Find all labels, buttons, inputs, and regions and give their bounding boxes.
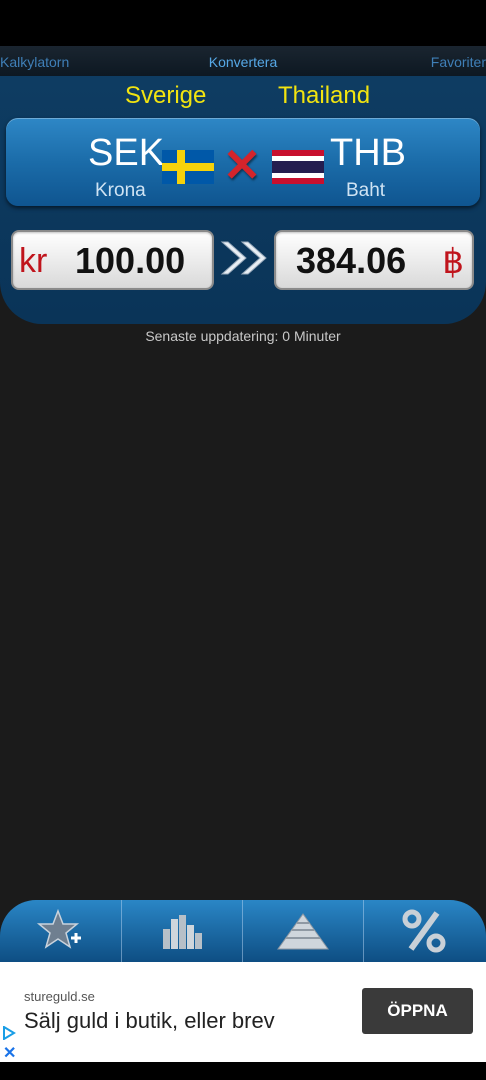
thailand-flag-icon[interactable] [272,150,324,184]
swap-icon[interactable]: ✕ [219,142,265,188]
sweden-flag-icon[interactable] [162,150,214,184]
to-country-label[interactable]: Thailand [278,82,370,110]
bar-chart-icon [162,915,202,949]
percent-button[interactable] [363,900,484,962]
from-currency-name: Krona [95,180,146,201]
from-amount-field[interactable]: kr 100.00 [11,230,214,290]
ad-banner[interactable]: stureguld.se Sälj guld i butik, eller br… [0,962,486,1062]
navigation-bar [0,1062,486,1080]
from-amount-value: 100.00 [75,240,186,281]
tab-favoriter[interactable]: Favoriter [431,54,486,70]
ad-domain: stureguld.se [24,989,95,1004]
ad-open-button[interactable]: ÖPPNA [362,988,473,1034]
double-chevron-right-icon [220,241,267,275]
pyramid-icon [276,913,329,950]
last-update-text: Senaste uppdatering: 0 Minuter [145,328,341,344]
percent-icon [402,909,445,953]
from-currency-symbol: kr [19,242,48,280]
currency-selector: SEK Krona ✕ THB Baht [6,118,480,206]
to-currency-name: Baht [346,180,386,201]
add-favorite-button[interactable] [0,900,122,962]
from-currency-code[interactable]: SEK [88,132,164,175]
close-icon[interactable]: ✕ [3,1043,16,1063]
to-amount-field[interactable]: 384.06 ฿ [274,230,474,290]
bottom-toolbar [0,900,486,962]
from-country-label[interactable]: Sverige [125,82,206,110]
status-bar [0,0,486,46]
converter-panel: Sverige Thailand SEK Krona ✕ THB Baht kr… [0,76,486,324]
tab-konvertera[interactable]: Konvertera [0,54,486,70]
tab-bar: Kalkylatorn Konvertera Favoriter [0,46,486,76]
to-amount-value: 384.06 [296,240,407,281]
ad-title[interactable]: Sälj guld i butik, eller brev [24,1008,275,1034]
pyramid-button[interactable] [242,900,364,962]
to-currency-symbol: ฿ [442,243,464,281]
star-add-icon [36,908,81,949]
to-currency-code[interactable]: THB [330,132,406,175]
adchoices-icon[interactable] [2,1026,16,1040]
chart-button[interactable] [121,900,243,962]
